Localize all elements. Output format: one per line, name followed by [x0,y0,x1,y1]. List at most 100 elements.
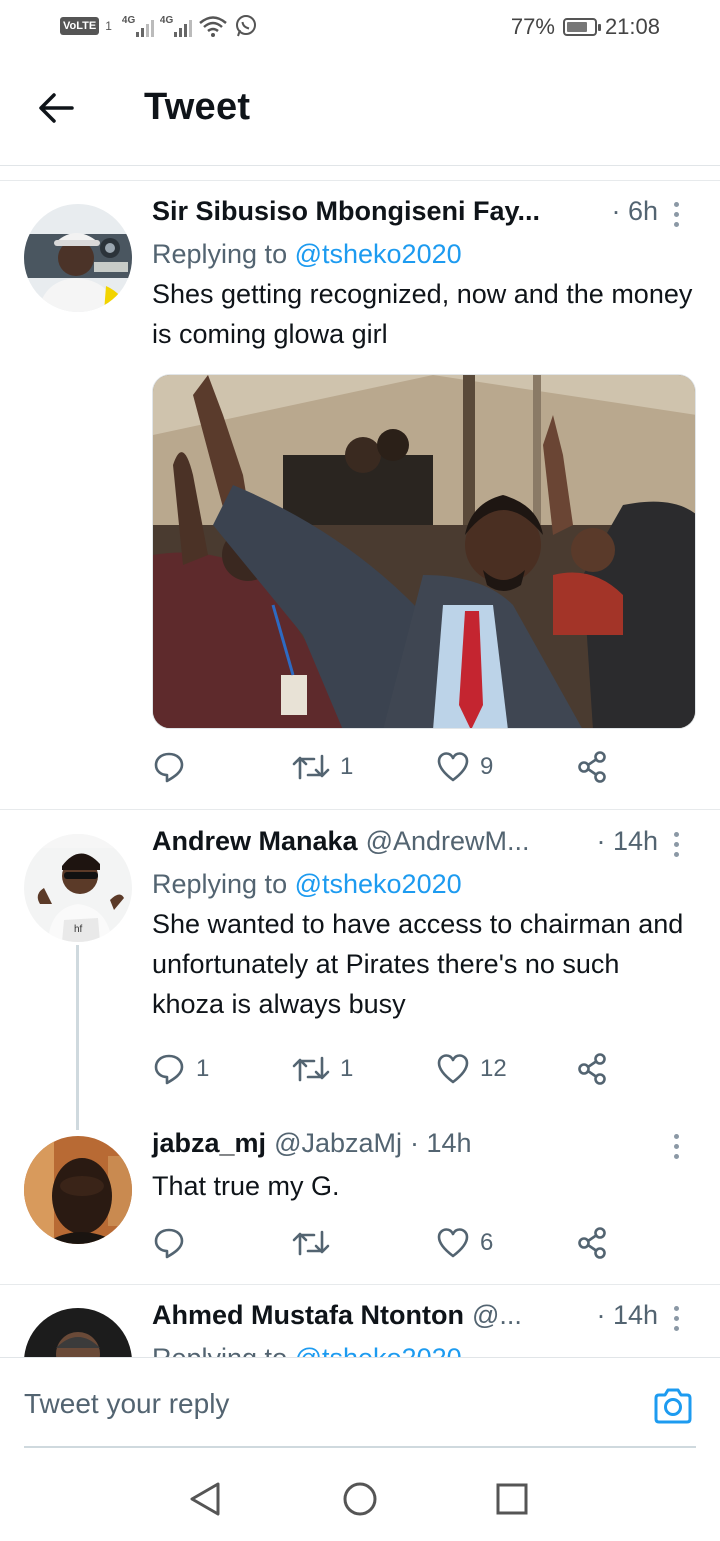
timestamp[interactable]: · 14h [586,1300,658,1331]
display-name[interactable]: Andrew Manaka [152,826,358,857]
avatar[interactable] [24,204,132,312]
share-button[interactable] [576,750,610,784]
like-count: 12 [480,1055,507,1082]
battery-icon [562,18,601,36]
clock: 21:08 [604,14,660,39]
divider [0,809,720,810]
retweet-button[interactable]: 1 [292,750,353,784]
more-options-icon[interactable] [664,202,688,230]
divider [0,1284,720,1285]
mention-link[interactable]: @tsheko2020 [295,1343,462,1357]
share-icon [578,1227,606,1259]
tweet-text: Shes getting recognized, now and the mon… [152,279,693,349]
reply-icon [154,1228,184,1259]
display-name[interactable]: Ahmed Mustafa Ntonton [152,1300,464,1331]
more-options-icon[interactable] [664,1134,688,1162]
retweet-icon [292,1056,330,1082]
timestamp[interactable]: · 14h [410,1128,472,1159]
more-options-icon[interactable] [664,832,688,860]
replying-to-prefix: Replying to [152,869,295,899]
timestamp[interactable]: · 6h [601,196,658,227]
signal-icon-2: 4G [160,15,192,37]
circle-home-icon[interactable] [342,1481,378,1517]
heart-icon [437,752,469,782]
arrow-left-icon[interactable] [36,88,76,128]
signal-icon: 4G [122,15,154,37]
share-button[interactable] [576,1226,610,1260]
retweet-icon [292,754,330,780]
tweet-actions: 1 1 12 [152,1052,622,1092]
network-type-2: 4G [159,15,174,26]
sim-index: 1 [105,19,112,33]
reply-composer: Tweet your reply [0,1357,720,1448]
user-handle[interactable]: @... [472,1300,522,1331]
like-button[interactable]: 12 [436,1052,507,1086]
reply-button[interactable] [152,1226,196,1260]
divider [0,180,720,181]
replying-to: Replying to @tsheko2020 [152,236,696,272]
status-right: 77% 21:08 [511,14,660,40]
display-name[interactable]: jabza_mj [152,1128,266,1159]
page-title: Tweet [144,86,251,128]
display-name[interactable]: Sir Sibusiso Mbongiseni Fay... [152,196,540,227]
camera-icon[interactable] [652,1386,694,1426]
mention-link[interactable]: @tsheko2020 [295,869,462,899]
tweet-header: jabza_mj @JabzaMj · 14h [152,1128,696,1164]
whatsapp-icon [235,15,256,37]
tweet-media-image[interactable] [152,374,696,729]
replying-to: Replying to @tsheko2020 [152,1340,696,1357]
volte-badge: VoLTE [60,17,100,35]
reply-button[interactable]: 1 [152,1052,209,1086]
replying-to-prefix: Replying to [152,1343,295,1357]
status-bar: VoLTE 1 4G 4G 77% 21:08 [0,0,720,56]
avatar[interactable] [24,1308,132,1357]
svg-text:hf: hf [74,924,83,935]
retweet-count: 1 [340,753,354,780]
share-icon [578,1053,606,1085]
like-button[interactable]: 6 [436,1226,493,1260]
tweet-content: Ahmed Mustafa Ntonton @... · 14h Replyin… [152,1300,696,1357]
mention-link[interactable]: @tsheko2020 [295,239,462,269]
like-count: 9 [480,753,494,780]
triangle-back-icon[interactable] [188,1481,222,1517]
tweet-content: Sir Sibusiso Mbongiseni Fay... · 6h Repl… [152,196,696,354]
replying-to: Replying to @tsheko2020 [152,866,696,902]
tweet-content: jabza_mj @JabzaMj · 14h That true my G. [152,1128,696,1206]
tweet-header: Ahmed Mustafa Ntonton @... · 14h [152,1300,696,1336]
tweet-4[interactable]: Ahmed Mustafa Ntonton @... · 14h Replyin… [0,1300,720,1357]
tweet-text: She wanted to have access to chairman an… [152,909,684,1019]
tweet-header: Sir Sibusiso Mbongiseni Fay... · 6h [152,196,696,232]
reply-count: 1 [196,1055,210,1082]
like-button[interactable]: 9 [436,750,493,784]
share-icon [578,751,606,783]
reply-icon [154,1054,184,1085]
tweet-content: Andrew Manaka @AndrewM... · 14h Replying… [152,826,696,1024]
reply-underline [24,1446,696,1448]
reply-button[interactable] [152,750,196,784]
user-handle[interactable]: @AndrewM... [366,826,530,857]
heart-icon [437,1228,469,1258]
reply-input[interactable]: Tweet your reply [24,1388,229,1420]
square-recents-icon[interactable] [496,1483,528,1515]
tweet-actions: 6 [152,1226,622,1266]
tweet-header: Andrew Manaka @AndrewM... · 14h [152,826,696,862]
avatar[interactable] [24,1136,132,1244]
wifi-icon [199,16,227,37]
tweet-actions: 1 9 [152,750,622,790]
more-options-icon[interactable] [664,1306,688,1334]
thread-connector [76,945,79,1130]
retweet-button[interactable]: 1 [292,1052,353,1086]
replying-to-prefix: Replying to [152,239,295,269]
like-count: 6 [480,1229,494,1256]
battery-percent: 77% [510,14,555,39]
network-type-1: 4G [121,15,136,26]
share-button[interactable] [576,1052,610,1086]
user-handle[interactable]: @JabzaMj [274,1128,402,1159]
retweet-button[interactable] [292,1226,340,1260]
timestamp[interactable]: · 14h [586,826,658,857]
retweet-count: 1 [340,1055,354,1082]
tweet-text: That true my G. [152,1171,340,1201]
app-header: Tweet [0,56,720,166]
avatar[interactable]: hf [24,834,132,942]
heart-icon [437,1054,469,1084]
